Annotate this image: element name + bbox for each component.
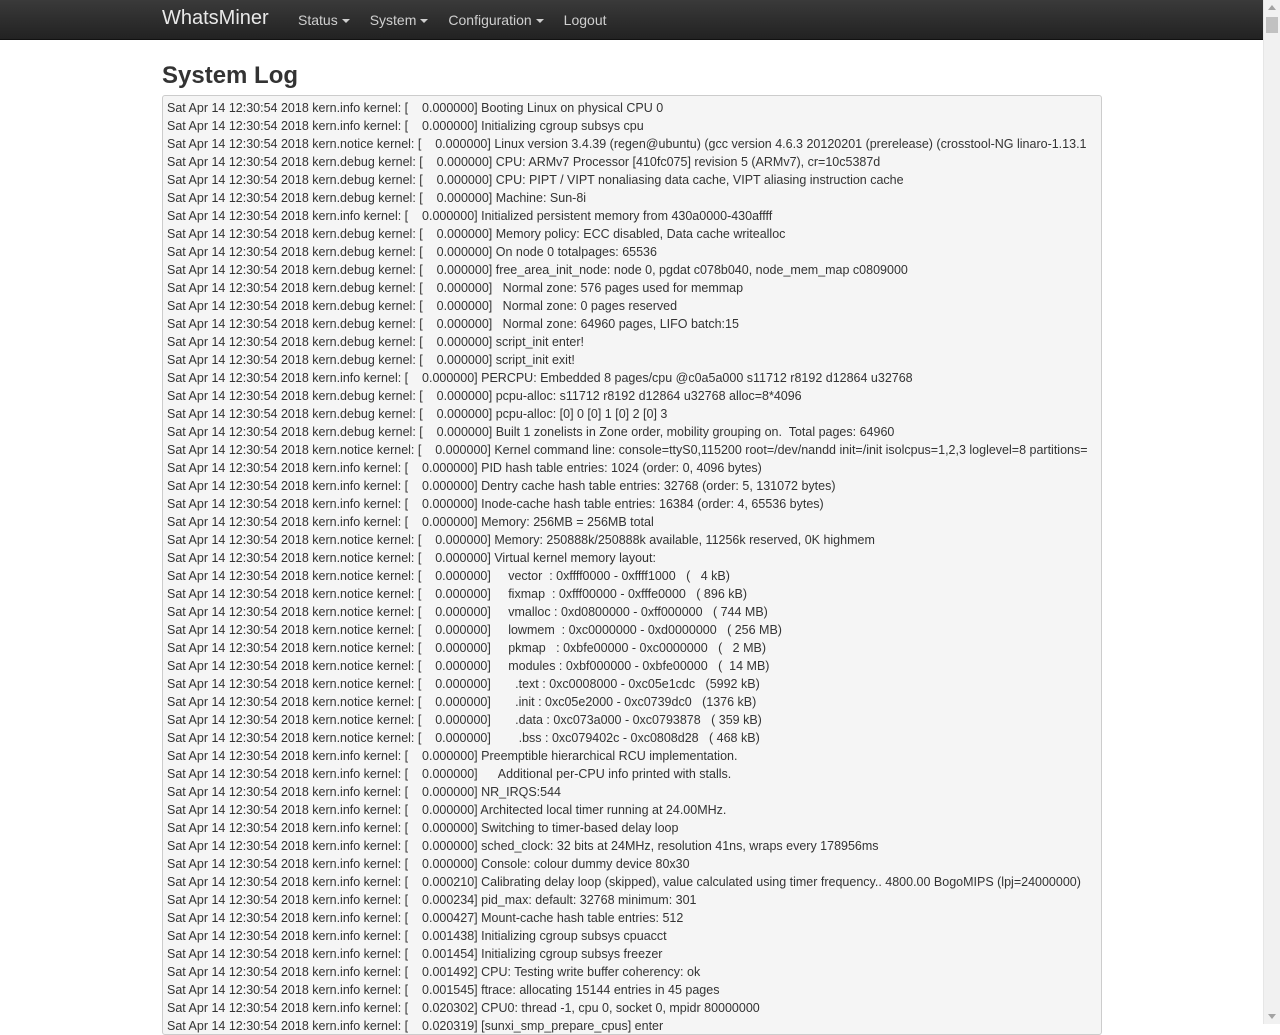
log-line: Sat Apr 14 12:30:54 2018 kern.notice ker… — [167, 641, 766, 655]
log-line: Sat Apr 14 12:30:54 2018 kern.info kerne… — [167, 767, 732, 781]
log-line: Sat Apr 14 12:30:54 2018 kern.info kerne… — [167, 947, 663, 961]
log-line: Sat Apr 14 12:30:54 2018 kern.info kerne… — [167, 875, 1081, 889]
log-line: Sat Apr 14 12:30:54 2018 kern.notice ker… — [167, 137, 1087, 151]
caret-down-icon — [535, 19, 544, 23]
log-line: Sat Apr 14 12:30:54 2018 kern.info kerne… — [167, 839, 879, 853]
log-line: Sat Apr 14 12:30:54 2018 kern.notice ker… — [167, 731, 760, 745]
scroll-thumb[interactable] — [1266, 17, 1278, 33]
log-line: Sat Apr 14 12:30:54 2018 kern.info kerne… — [167, 821, 679, 835]
log-line: Sat Apr 14 12:30:54 2018 kern.info kerne… — [167, 1001, 760, 1015]
log-line: Sat Apr 14 12:30:54 2018 kern.info kerne… — [167, 785, 562, 799]
log-line: Sat Apr 14 12:30:54 2018 kern.debug kern… — [167, 173, 904, 187]
log-line: Sat Apr 14 12:30:54 2018 kern.notice ker… — [167, 623, 782, 637]
log-line: Sat Apr 14 12:30:54 2018 kern.info kerne… — [167, 965, 701, 979]
scroll-down-arrow-icon[interactable] — [1268, 1014, 1276, 1019]
menu-configuration-label: Configuration — [448, 11, 532, 28]
menu-system-label: System — [369, 11, 417, 28]
log-line: Sat Apr 14 12:30:54 2018 kern.notice ker… — [167, 659, 770, 673]
log-line: Sat Apr 14 12:30:54 2018 kern.info kerne… — [167, 857, 690, 871]
log-line: Sat Apr 14 12:30:54 2018 kern.debug kern… — [167, 191, 587, 205]
menu-status[interactable]: Status — [288, 0, 360, 40]
page-title: System Log — [162, 62, 299, 89]
menu-system[interactable]: System — [360, 0, 439, 40]
log-line: Sat Apr 14 12:30:54 2018 kern.debug kern… — [167, 317, 739, 331]
log-line: Sat Apr 14 12:30:54 2018 kern.info kerne… — [167, 479, 836, 493]
log-line: Sat Apr 14 12:30:54 2018 kern.debug kern… — [167, 353, 575, 367]
brand-logo-link[interactable]: WhatsMiner — [162, 7, 269, 30]
log-line: Sat Apr 14 12:30:54 2018 kern.info kerne… — [167, 209, 773, 223]
log-line: Sat Apr 14 12:30:54 2018 kern.info kerne… — [167, 911, 684, 925]
top-navbar: WhatsMiner Status System Configuration L… — [0, 0, 1263, 40]
log-line: Sat Apr 14 12:30:54 2018 kern.debug kern… — [167, 299, 678, 313]
log-line: Sat Apr 14 12:30:54 2018 kern.debug kern… — [167, 263, 908, 277]
main-menu: Status System Configuration Logout — [288, 0, 617, 40]
menu-configuration[interactable]: Configuration — [438, 0, 553, 40]
log-line: Sat Apr 14 12:30:54 2018 kern.info kerne… — [167, 461, 762, 475]
log-line: Sat Apr 14 12:30:54 2018 kern.info kerne… — [167, 515, 654, 529]
log-line: Sat Apr 14 12:30:54 2018 kern.debug kern… — [167, 335, 584, 349]
log-line: Sat Apr 14 12:30:54 2018 kern.info kerne… — [167, 119, 644, 133]
log-line: Sat Apr 14 12:30:54 2018 kern.debug kern… — [167, 281, 744, 295]
log-line: Sat Apr 14 12:30:54 2018 kern.info kerne… — [167, 929, 667, 943]
log-line: Sat Apr 14 12:30:54 2018 kern.info kerne… — [167, 749, 738, 763]
page-scrollbar[interactable] — [1263, 0, 1280, 1024]
log-line: Sat Apr 14 12:30:54 2018 kern.info kerne… — [167, 101, 664, 115]
log-line: Sat Apr 14 12:30:54 2018 kern.notice ker… — [167, 569, 730, 583]
log-line: Sat Apr 14 12:30:54 2018 kern.notice ker… — [167, 587, 748, 601]
log-line: Sat Apr 14 12:30:54 2018 kern.info kerne… — [167, 497, 824, 511]
log-line: Sat Apr 14 12:30:54 2018 kern.notice ker… — [167, 605, 768, 619]
caret-down-icon — [341, 19, 350, 23]
log-line: Sat Apr 14 12:30:54 2018 kern.debug kern… — [167, 155, 881, 169]
log-line: Sat Apr 14 12:30:54 2018 kern.info kerne… — [167, 803, 727, 817]
log-line: Sat Apr 14 12:30:54 2018 kern.notice ker… — [167, 677, 760, 691]
log-line: Sat Apr 14 12:30:54 2018 kern.notice ker… — [167, 695, 757, 709]
menu-logout-label: Logout — [563, 11, 607, 28]
scroll-up-arrow-icon[interactable] — [1268, 5, 1276, 10]
log-line: Sat Apr 14 12:30:54 2018 kern.info kerne… — [167, 893, 697, 907]
log-line: Sat Apr 14 12:30:54 2018 kern.info kerne… — [167, 371, 913, 385]
menu-status-label: Status — [298, 11, 338, 28]
log-line: Sat Apr 14 12:30:54 2018 kern.debug kern… — [167, 227, 786, 241]
log-line: Sat Apr 14 12:30:54 2018 kern.debug kern… — [167, 245, 657, 259]
log-line: Sat Apr 14 12:30:54 2018 kern.debug kern… — [167, 389, 802, 403]
system-log-textarea[interactable]: Sat Apr 14 12:30:54 2018 kern.info kerne… — [162, 95, 1102, 1035]
log-line: Sat Apr 14 12:30:54 2018 kern.info kerne… — [167, 983, 720, 997]
log-line: Sat Apr 14 12:30:54 2018 kern.notice ker… — [167, 533, 875, 547]
menu-logout[interactable]: Logout — [554, 0, 617, 40]
caret-down-icon — [420, 19, 429, 23]
log-line: Sat Apr 14 12:30:54 2018 kern.debug kern… — [167, 407, 668, 421]
log-line: Sat Apr 14 12:30:54 2018 kern.notice ker… — [167, 713, 762, 727]
log-line: Sat Apr 14 12:30:54 2018 kern.debug kern… — [167, 425, 895, 439]
log-line: Sat Apr 14 12:30:54 2018 kern.notice ker… — [167, 443, 1088, 457]
log-line: Sat Apr 14 12:30:54 2018 kern.notice ker… — [167, 551, 656, 565]
log-line: Sat Apr 14 12:30:54 2018 kern.info kerne… — [167, 1019, 664, 1033]
